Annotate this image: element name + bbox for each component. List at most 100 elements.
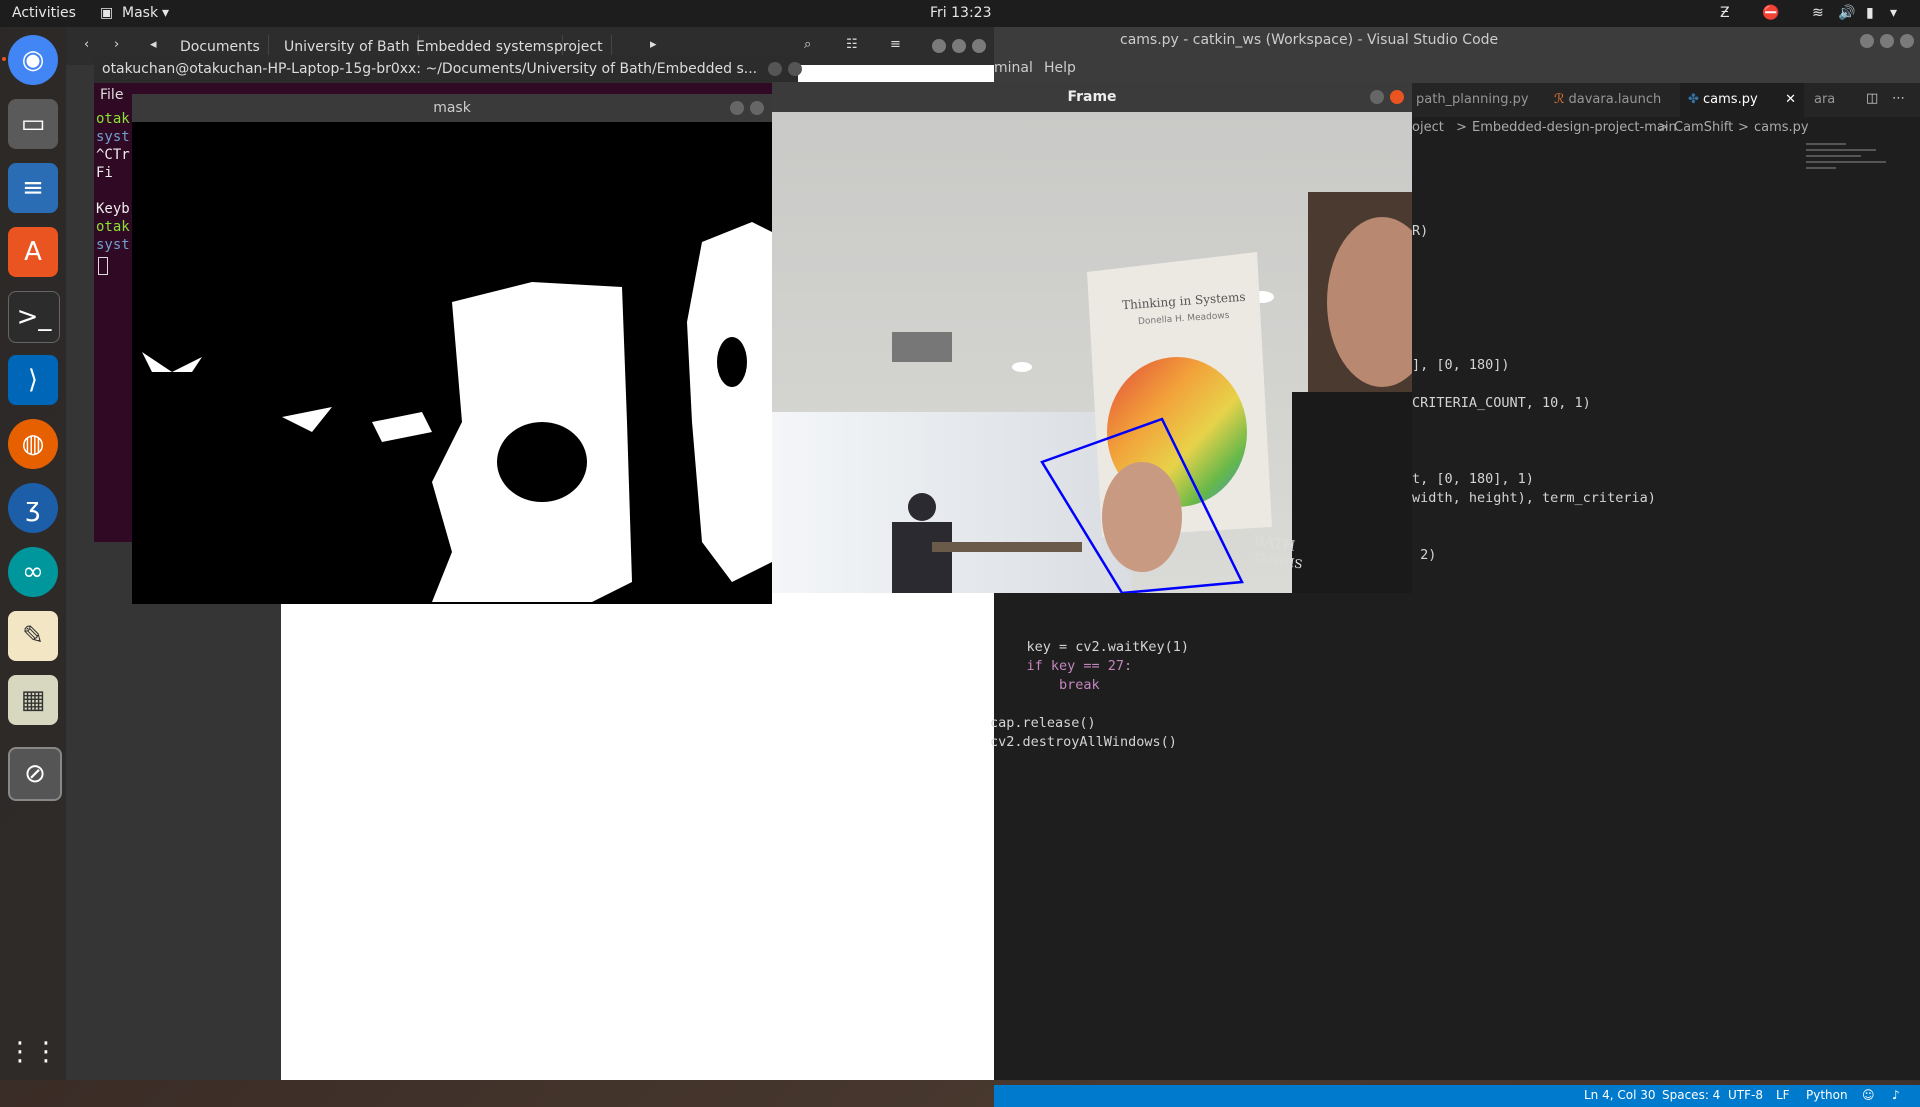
maximize-button[interactable]	[1880, 34, 1894, 48]
code-line: R)	[1412, 223, 1429, 239]
split-editor-icon[interactable]: ◫	[1866, 91, 1878, 106]
menu-icon[interactable]: ≡	[890, 37, 901, 52]
frame-window: Frame Thinking in Systems Donella H. Mea…	[772, 82, 1412, 593]
dnd-icon[interactable]: ⛔	[1762, 5, 1779, 21]
mask-image	[132, 122, 772, 604]
vscode-menubar: minal Help	[994, 55, 1920, 83]
feedback-icon[interactable]: ☺	[1862, 1088, 1875, 1102]
terminal-icon[interactable]: >_	[8, 291, 60, 343]
volume-icon[interactable]: 🔊	[1838, 5, 1855, 21]
software-icon[interactable]: A	[8, 227, 58, 277]
close-button[interactable]	[750, 101, 764, 115]
path-right-icon[interactable]: ▸	[650, 37, 657, 52]
tab-label: cams.py	[1703, 92, 1758, 107]
terminal-line: ^CTr	[96, 147, 130, 163]
breadcrumb-item[interactable]: oject	[1412, 117, 1444, 139]
tab-cams-py[interactable]: ✤ cams.py ✕	[1680, 83, 1804, 117]
system-menu-icon[interactable]: ▾	[1890, 5, 1897, 21]
terminal-line: Keyb	[96, 201, 130, 217]
arduino-icon[interactable]: ∞	[8, 547, 58, 597]
wifi-icon[interactable]: ≋	[1812, 5, 1824, 21]
search-icon[interactable]: ⌕	[804, 37, 811, 52]
code-line: cv2.destroyAllWindows()	[990, 734, 1177, 750]
cursor-position[interactable]: Ln 4, Col 30	[1584, 1088, 1656, 1102]
battery-icon[interactable]: ▮	[1866, 5, 1874, 21]
bluetooth-app-icon[interactable]: ʒ	[8, 483, 58, 533]
more-icon[interactable]: ⋯	[1892, 91, 1905, 106]
encoding[interactable]: UTF-8	[1728, 1088, 1763, 1102]
view-icon[interactable]: ☷	[846, 37, 858, 52]
activities-button[interactable]: Activities	[12, 5, 76, 21]
terminal-line: Fi	[96, 165, 113, 181]
back-icon[interactable]: ‹	[84, 37, 89, 52]
close-button[interactable]	[972, 39, 986, 53]
clock[interactable]: Fri 13:23	[930, 5, 991, 21]
tab-label: davara.launch	[1568, 92, 1662, 107]
breadcrumb-sep: >	[1456, 120, 1467, 135]
code-line: break	[994, 677, 1100, 693]
minimize-button[interactable]	[1370, 90, 1384, 104]
tab-ara[interactable]: ara	[1806, 83, 1862, 117]
media-icon[interactable]: ⊘	[8, 747, 62, 801]
writer-icon[interactable]: ≡	[8, 163, 58, 213]
rss-icon: ℛ	[1554, 92, 1569, 107]
vscode-icon[interactable]: ⟩	[8, 355, 58, 405]
code-line: t, [0, 180], 1)	[1412, 471, 1534, 487]
firefox-icon[interactable]: ◍	[8, 419, 58, 469]
mask-title: mask	[132, 94, 772, 122]
code-line: width, height), term_criteria)	[1412, 490, 1656, 506]
close-button[interactable]	[1900, 34, 1914, 48]
menu-terminal[interactable]: minal	[994, 60, 1033, 76]
maximize-button[interactable]	[952, 39, 966, 53]
image-viewer-icon[interactable]: ▦	[8, 675, 58, 725]
minimize-button[interactable]	[768, 62, 782, 76]
tab-davara-launch[interactable]: ℛ davara.launch	[1546, 83, 1674, 117]
tab-path-planning[interactable]: path_planning.py	[1408, 83, 1546, 117]
files-icon[interactable]: ▭	[8, 99, 58, 149]
app-menu[interactable]: Mask	[122, 5, 158, 21]
mask-window: mask	[132, 94, 772, 604]
path-left-icon[interactable]: ◂	[150, 37, 157, 52]
chrome-icon[interactable]: ◉	[8, 35, 58, 85]
indentation[interactable]: Spaces: 4	[1662, 1088, 1720, 1102]
status-bar: Ln 4, Col 30 Spaces: 4 UTF-8 LF Python ☺…	[994, 1085, 1920, 1107]
code-line: 2)	[1412, 547, 1437, 563]
terminal-line: otak	[96, 111, 130, 127]
menu-help[interactable]: Help	[1044, 60, 1076, 76]
dock: ◉ ▭ ≡ A >_ ⟩ ◍ ʒ ∞ ✎ ▦ ⊘ ⋮⋮	[0, 27, 66, 1080]
apps-grid-icon[interactable]: ⋮⋮	[7, 1027, 59, 1077]
close-button[interactable]	[788, 62, 802, 76]
top-bar: Activities ▣ Mask ▾ Fri 13:23 Ƶ ⛔ ≋ 🔊 ▮ …	[0, 0, 1920, 27]
code-line: cap.release()	[990, 715, 1096, 731]
breadcrumb-sep: >	[1738, 120, 1749, 135]
app-menu-icon[interactable]: ▣	[100, 5, 113, 21]
breadcrumb-item[interactable]: Embedded-design-project-main	[1472, 117, 1677, 139]
chevron-down-icon[interactable]: ▾	[162, 5, 169, 21]
terminal-cursor	[98, 257, 108, 275]
menu-file[interactable]: File	[100, 87, 123, 103]
code-line: CRITERIA_COUNT, 10, 1)	[1412, 395, 1591, 411]
minimap[interactable]	[1806, 139, 1904, 219]
line-ending[interactable]: LF	[1776, 1088, 1790, 1102]
vscode-title: cams.py - catkin_ws (Workspace) - Visual…	[1120, 32, 1499, 48]
close-button[interactable]	[1390, 90, 1404, 104]
python-icon: ✤	[1688, 92, 1704, 107]
close-icon[interactable]: ✕	[1785, 83, 1796, 117]
language-mode[interactable]: Python	[1806, 1088, 1848, 1102]
breadcrumb-item[interactable]: cams.py	[1754, 117, 1809, 139]
minimize-button[interactable]	[932, 39, 946, 53]
terminal-title: otakuchan@otakuchan-HP-Laptop-15g-br0xx:…	[94, 55, 798, 83]
tray-z-icon[interactable]: Ƶ	[1720, 5, 1730, 21]
camera-frame-image	[772, 112, 1412, 593]
code-line: ], [0, 180])	[1412, 357, 1510, 373]
breadcrumb-item[interactable]: CamShift	[1674, 117, 1733, 139]
minimize-button[interactable]	[1860, 34, 1874, 48]
text-editor-icon[interactable]: ✎	[8, 611, 58, 661]
bell-icon[interactable]: ♪	[1892, 1088, 1900, 1102]
frame-title: Frame	[772, 82, 1412, 112]
code-line: if key == 27:	[994, 658, 1133, 674]
minimize-button[interactable]	[730, 101, 744, 115]
terminal-line: otak	[96, 219, 130, 235]
forward-icon[interactable]: ›	[114, 37, 119, 52]
terminal-line: syst	[96, 129, 130, 145]
